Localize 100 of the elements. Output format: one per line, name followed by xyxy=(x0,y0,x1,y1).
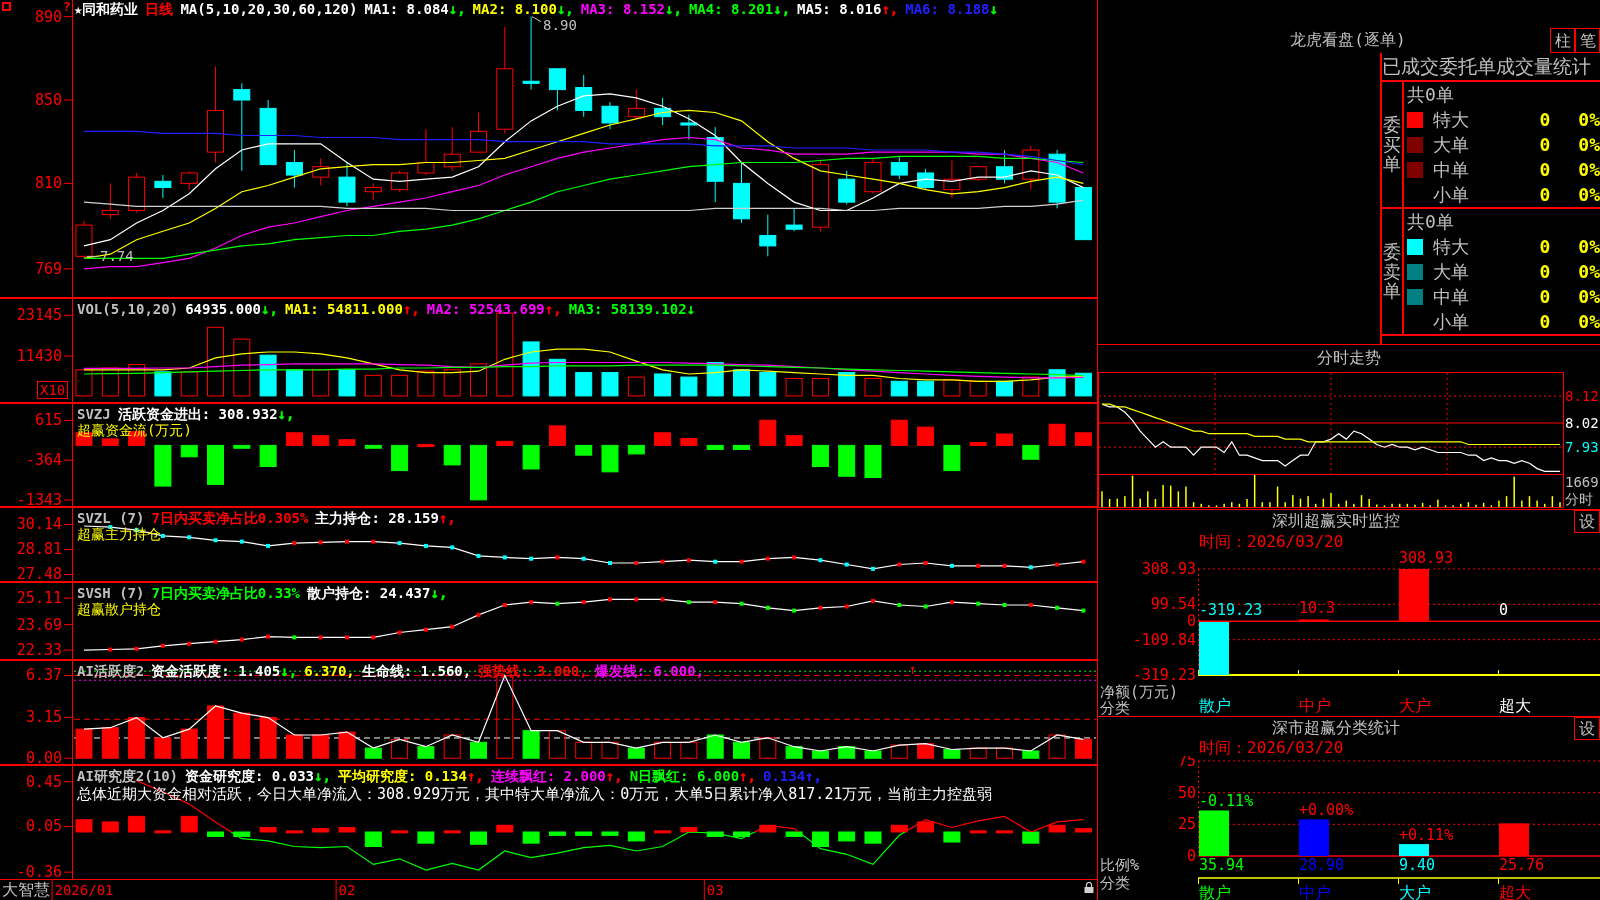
order-count: 0 xyxy=(1539,109,1551,130)
legend-text: 生命线: 1.560, xyxy=(361,663,472,679)
category-label: 中户 xyxy=(1299,695,1331,715)
chart-bar xyxy=(1199,621,1229,675)
axis-tick-label: 810 xyxy=(34,174,62,193)
axis-tick-label: 27.48 xyxy=(16,565,62,582)
table-title: 已成交委托单成交量统计 xyxy=(1382,53,1600,82)
volume-caption: 分时 xyxy=(1565,491,1593,507)
category-label: 超大 xyxy=(1499,882,1531,900)
annotation-text: 8.90 xyxy=(543,16,577,33)
axis-tick-label: 8.12 xyxy=(1565,388,1599,405)
lock-icon xyxy=(1084,882,1094,893)
group-label: 委买单 xyxy=(1383,114,1401,175)
chart-mode-button[interactable]: 笔 xyxy=(1575,28,1600,53)
order-count: 0 xyxy=(1539,311,1551,332)
legend-text: VOL(5,10,20) xyxy=(77,301,179,317)
candlestick xyxy=(969,166,987,182)
trend-arrow: ↓, xyxy=(261,301,278,317)
category-label: 超大 xyxy=(1499,695,1531,715)
category-label: 大户 xyxy=(1399,882,1431,900)
order-percent: 0% xyxy=(1578,109,1600,130)
order-count: 0 xyxy=(1539,159,1551,180)
axis-tick-label: 0.45 xyxy=(25,772,62,791)
axis-tick-label: 99.54 xyxy=(1150,595,1196,614)
candlestick xyxy=(285,149,303,189)
order-count: 0 xyxy=(1539,184,1551,205)
legend-text: ★同和药业 xyxy=(74,1,139,17)
candlestick xyxy=(838,170,856,205)
order-percent: 0% xyxy=(1578,236,1600,257)
axis-title: 分类 xyxy=(1100,874,1130,892)
order-count: 0 xyxy=(1539,261,1551,282)
candlestick xyxy=(1074,187,1092,241)
order-size-label: 特大 xyxy=(1433,234,1469,259)
time-label: 时间：2026/03/20 xyxy=(1199,534,1344,550)
candlestick xyxy=(785,207,803,232)
order-size-label: 大单 xyxy=(1433,259,1469,284)
trend-arrow: ↓, xyxy=(314,768,331,784)
settings-button[interactable]: 设 xyxy=(1574,717,1600,740)
axis-tick-label: 30.14 xyxy=(16,515,62,534)
order-total: 共0单 xyxy=(1407,209,1454,234)
trend-arrow: ↓, xyxy=(773,1,791,17)
axis-tick-label: 22.33 xyxy=(16,641,62,660)
order-percent: 0% xyxy=(1578,286,1600,307)
change-label: +0.11% xyxy=(1399,826,1454,845)
trend-arrow: ↑, xyxy=(805,768,822,784)
axis-tick-label: 0 xyxy=(1186,847,1196,865)
candlestick xyxy=(654,97,672,126)
axis-tick-label: 890 xyxy=(34,7,62,26)
legend-text: SVSH (7) xyxy=(77,585,145,601)
indicator-title: 超赢散户持仓 xyxy=(77,601,161,617)
legend-text: 资金活跃度: 1.405 xyxy=(151,663,281,679)
legend-text: 强势线: 3.000, xyxy=(478,663,588,679)
candlestick xyxy=(101,182,119,220)
order-size-label: 特大 xyxy=(1433,107,1469,132)
legend-text: MA3: 8.152 xyxy=(580,1,666,17)
order-size-label: 大单 xyxy=(1433,132,1469,157)
axis-title: 分类 xyxy=(1100,699,1130,716)
time-label: 时间：2026/03/20 xyxy=(1199,740,1344,756)
trend-arrow: ↓, xyxy=(556,1,574,17)
trend-arrow: ↓ xyxy=(686,301,696,317)
trend-arrow: ↑, xyxy=(466,768,484,784)
order-size-label: 小单 xyxy=(1433,309,1469,334)
legend-text: 日线 xyxy=(145,1,174,17)
question-mark: ? xyxy=(63,0,71,14)
legend-text: 资金研究度: 0.033 xyxy=(185,768,315,784)
settings-button[interactable]: 设 xyxy=(1574,510,1600,533)
order-total: 共0单 xyxy=(1407,82,1454,107)
legend-text: MA(5,10,20,30,60,120) xyxy=(180,1,358,17)
leader-line xyxy=(531,16,542,23)
candlestick xyxy=(575,74,593,118)
order-size-label: 小单 xyxy=(1433,182,1469,207)
candlestick xyxy=(864,157,882,195)
legend-text: MA2: 8.100 xyxy=(472,1,557,17)
axis-tick-label: 308.93 xyxy=(1141,560,1196,578)
axis-tick-label: -0.36 xyxy=(16,863,62,882)
legend-text: 7日内买卖净占比0.33% xyxy=(151,585,300,601)
data-label: 9.40 xyxy=(1399,856,1436,874)
axis-tick-label: 6.37 xyxy=(25,666,62,685)
candlestick xyxy=(1022,145,1040,191)
annotation-text: ↑ xyxy=(908,661,917,677)
axis-tick-label: -1343 xyxy=(16,491,62,507)
candlestick xyxy=(996,149,1013,184)
category-label: 散户 xyxy=(1199,695,1231,715)
axis-tick-label: 7.93 xyxy=(1565,439,1599,456)
candlestick xyxy=(733,162,750,224)
data-label: 0 xyxy=(1499,601,1509,620)
data-label: 25.76 xyxy=(1499,856,1545,874)
candlestick xyxy=(470,112,487,153)
axis-tick-label: 25.11 xyxy=(16,589,62,608)
panel-title: 龙虎看盘(逐单) xyxy=(1290,30,1406,51)
order-percent: 0% xyxy=(1578,261,1600,282)
section-title: 深市超赢分类统计 xyxy=(1272,718,1400,739)
candlestick xyxy=(548,68,566,111)
unit-label: X10 xyxy=(37,381,69,399)
candlestick xyxy=(417,128,435,176)
order-percent: 0% xyxy=(1578,311,1600,332)
data-label: 308.93 xyxy=(1399,551,1454,567)
trend-arrow: ↑, xyxy=(544,301,562,317)
trend-arrow: ↓ xyxy=(989,1,998,17)
chart-mode-button[interactable]: 柱 xyxy=(1550,28,1575,53)
